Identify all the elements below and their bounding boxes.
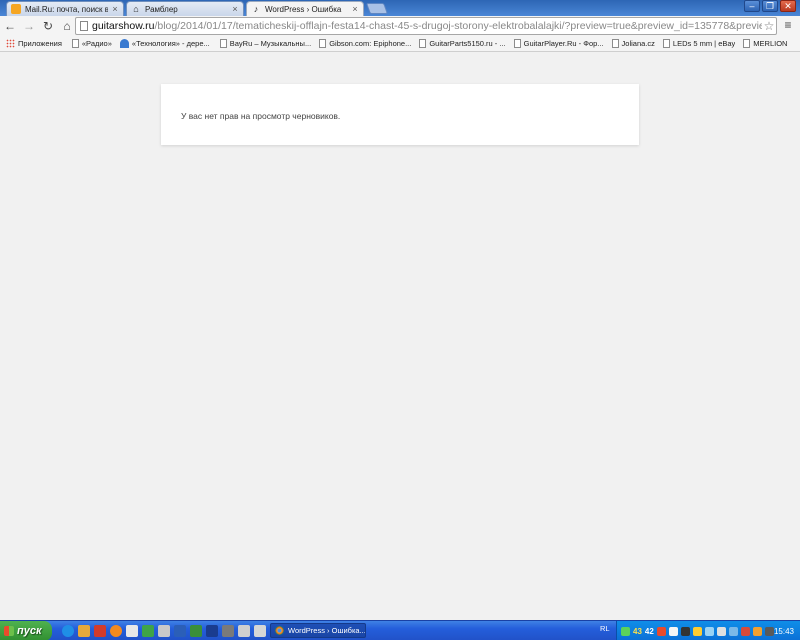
tray-counter: 43 (633, 626, 642, 636)
tray-app-icon[interactable] (680, 626, 690, 636)
system-tray: 43 42 15:43 (616, 621, 800, 640)
page-icon (743, 39, 751, 48)
mailru-icon (11, 4, 21, 14)
taskbar-item-chrome[interactable]: WordPress › Ошибка... (270, 623, 366, 638)
tray-app-icon[interactable] (752, 626, 762, 636)
folder-icon[interactable] (78, 624, 90, 637)
app-icon[interactable] (222, 624, 234, 637)
url-host: guitarshow.ru (92, 20, 155, 32)
bookmark-item[interactable]: «Технология» - дере... (119, 39, 210, 48)
tray-app-icon[interactable] (740, 626, 750, 636)
bookmarks-bar: Приложения «Радио» «Технология» - дере..… (0, 36, 800, 52)
tray-app-icon[interactable] (692, 626, 702, 636)
tab-rambler[interactable]: ⌂ Рамблер × (126, 1, 244, 16)
bookmark-label: Joliana.cz (621, 39, 655, 48)
bookmark-label: BayRu – Музыкальны... (229, 39, 312, 48)
back-button[interactable]: ← (1, 17, 19, 35)
new-tab-button[interactable] (365, 3, 389, 14)
word-icon[interactable] (174, 624, 186, 637)
excel-icon[interactable] (190, 624, 202, 637)
clock: 15:43 (773, 626, 794, 636)
page-icon (513, 39, 521, 48)
forward-button[interactable]: → (20, 17, 38, 35)
tray-app-icon[interactable] (728, 626, 738, 636)
tray-app-icon[interactable] (621, 626, 630, 636)
app-icon[interactable] (126, 624, 138, 637)
tray-app-icon[interactable] (764, 626, 774, 636)
bookmark-item[interactable]: MERLION (743, 39, 787, 48)
bookmark-item[interactable]: LEDs 5 mm | eBay (662, 39, 736, 48)
start-label: пуск (17, 624, 42, 637)
reload-button[interactable]: ↻ (39, 17, 57, 35)
minimize-button[interactable]: – (744, 0, 760, 12)
page-icon (611, 39, 619, 48)
url-text[interactable]: guitarshow.ru/blog/2014/01/17/tematiches… (92, 20, 762, 32)
tab-title: Mail.Ru: почта, поиск в инт (25, 4, 108, 14)
bookmark-label: «Технология» - дере... (131, 39, 210, 48)
close-window-button[interactable]: ✕ (780, 0, 796, 12)
app-icon[interactable] (94, 624, 106, 637)
bookmark-item[interactable]: Gibson.com: Epiphone... (319, 39, 411, 48)
error-message: У вас нет прав на просмотр черновиков. (181, 111, 341, 121)
bookmark-label: MERLION (753, 39, 788, 48)
page-content: У вас нет прав на просмотр черновиков. (0, 52, 800, 616)
bookmark-item[interactable]: BayRu – Музыкальны... (219, 39, 312, 48)
mail-icon[interactable] (158, 624, 170, 637)
page-icon (219, 39, 227, 48)
tab-wordpress-error[interactable]: ♪ WordPress › Ошибка × (246, 1, 364, 16)
tab-close-icon[interactable]: × (231, 4, 239, 14)
page-icon (419, 39, 427, 48)
photoshop-icon[interactable] (206, 624, 218, 637)
page-icon (80, 21, 88, 31)
volume-icon[interactable] (716, 626, 726, 636)
error-message-box: У вас нет прав на просмотр черновиков. (161, 84, 639, 145)
bookmark-item[interactable]: «Радио» (71, 39, 112, 48)
bookmark-item[interactable]: GuitarParts5150.ru - ... (419, 39, 506, 48)
page-icon (662, 39, 670, 48)
bookmark-label: LEDs 5 mm | eBay (672, 39, 736, 48)
window-controls: – ❐ ✕ (744, 0, 796, 12)
tray-app-icon[interactable] (656, 626, 666, 636)
language-indicator[interactable]: RL (600, 624, 610, 633)
app-icon[interactable] (142, 624, 154, 637)
chrome-icon (275, 626, 284, 635)
maximize-button[interactable]: ❐ (762, 0, 778, 12)
bookmark-item[interactable]: Joliana.cz (611, 39, 655, 48)
ie-icon[interactable] (62, 624, 74, 637)
guitarshow-icon: ♪ (253, 4, 259, 14)
tray-counter: 42 (644, 626, 654, 636)
save-icon[interactable] (238, 624, 250, 637)
tab-title: WordPress › Ошибка (265, 4, 342, 14)
bookmark-label: Приложения (18, 39, 62, 48)
firefox-icon[interactable] (110, 624, 122, 637)
network-icon[interactable] (704, 626, 714, 636)
start-button[interactable]: пуск (0, 620, 52, 640)
url-path: /blog/2014/01/17/tematicheskij-offlajn-f… (154, 20, 762, 32)
page-icon (71, 39, 79, 48)
home-button[interactable]: ⌂ (58, 17, 76, 35)
tab-strip: Mail.Ru: почта, поиск в инт × ⌂ Рамблер … (0, 0, 800, 16)
windows-taskbar: пуск WordPress › Ошибка... RL 43 42 15:4… (0, 620, 800, 640)
app-icon[interactable] (254, 624, 266, 637)
windows-logo-icon (4, 625, 14, 636)
tab-title: Рамблер (145, 4, 178, 14)
tech-icon (119, 39, 129, 48)
address-bar[interactable]: guitarshow.ru/blog/2014/01/17/tematiches… (75, 17, 777, 35)
chrome-menu-icon[interactable]: ≡ (780, 18, 796, 34)
tray-app-icon[interactable] (668, 626, 678, 636)
apps-grid-icon (6, 39, 15, 48)
bookmark-label: GuitarPlayer.Ru - Фор... (523, 39, 604, 48)
home-icon: ⌂ (133, 4, 139, 14)
tab-mailru[interactable]: Mail.Ru: почта, поиск в инт × (6, 1, 124, 16)
page-icon (319, 39, 327, 48)
tab-close-icon[interactable]: × (351, 4, 359, 14)
bookmark-label: GuitarParts5150.ru - ... (429, 39, 506, 48)
bookmark-apps[interactable]: Приложения (6, 39, 62, 48)
bookmark-label: Gibson.com: Epiphone... (329, 39, 412, 48)
tab-close-icon[interactable]: × (111, 4, 119, 14)
bookmark-star-icon[interactable]: ☆ (762, 19, 776, 33)
bookmark-label: «Радио» (81, 39, 112, 48)
taskbar-item-label: WordPress › Ошибка... (288, 626, 366, 635)
bookmark-item[interactable]: GuitarPlayer.Ru - Фор... (513, 39, 604, 48)
